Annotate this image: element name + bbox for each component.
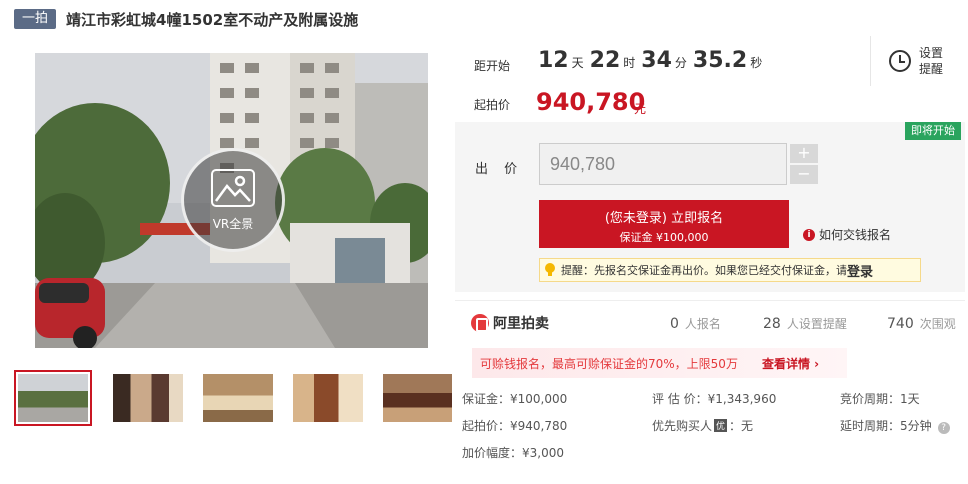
vr-label: VR全景: [212, 216, 254, 231]
countdown-seconds: 35.2: [692, 48, 748, 73]
reminder-count-label: 人设置提醒: [786, 317, 847, 331]
deposit-tip: 提醒：先报名交保证金再出价。如果您已经交付保证金，请 登录: [539, 258, 921, 282]
signup-deposit-label: 保证金 ¥100,000: [619, 231, 709, 244]
how-to-pay-label: 如何交钱报名: [819, 228, 892, 242]
ali-auction-logo: 阿里拍卖: [471, 313, 549, 333]
stats-row: 阿里拍卖 0 人报名 28 人设置提醒 740 次围观: [455, 300, 965, 344]
tip-text: 提醒：先报名交保证金再出价。如果您已经交付保证金，请: [561, 264, 847, 277]
signup-count-value: 0: [670, 316, 679, 332]
alarm-clock-icon: [889, 50, 911, 72]
title-row: 一拍 靖江市彩虹城4幢1502室不动产及附属设施: [14, 8, 358, 30]
bid-panel: 即将开始 出 价 940,780 + − (您未登录) 立即报名 保证金 ¥10…: [455, 122, 965, 292]
detail-cycle: 竞价周期：1天: [840, 392, 920, 406]
priority-icon: 优: [714, 419, 728, 432]
reminder-line1: 设置: [919, 46, 944, 60]
countdown-seconds-unit: 秒: [750, 56, 763, 70]
bid-label: 出 价: [475, 162, 524, 177]
countdown-days: 12: [538, 48, 569, 73]
credit-signup-promo: 可赊钱报名，最高可赊保证金的70%，上限50万 查看详情 ›: [472, 348, 847, 378]
set-reminder-button[interactable]: 设置 提醒: [870, 36, 966, 86]
thumbnail-2[interactable]: [109, 370, 187, 426]
thumbnail-strip: [14, 370, 452, 426]
detail-delay-text: 延时周期：5分钟: [840, 419, 932, 433]
reminder-count: 28 人设置提醒: [763, 315, 847, 332]
thumbnail-4[interactable]: [289, 370, 367, 426]
countdown-timer: 12 天 22 时 34 分 35.2 秒: [538, 48, 768, 73]
thumbnail-3[interactable]: [199, 370, 277, 426]
increase-bid-button[interactable]: +: [790, 144, 818, 163]
picture-icon: [211, 168, 255, 207]
login-link[interactable]: 登录: [847, 261, 873, 280]
promo-details-link[interactable]: 查看详情 ›: [762, 355, 819, 372]
countdown-minutes: 34: [641, 48, 672, 73]
view-count-label: 次围观: [919, 317, 956, 331]
vr-panorama-button[interactable]: VR全景: [181, 148, 285, 252]
detail-appraisal: 评 估 价：¥1,343,960: [652, 392, 777, 406]
signup-count-label: 人报名: [684, 317, 721, 331]
view-count-value: 740: [887, 316, 914, 332]
countdown-label: 距开始: [474, 59, 511, 73]
priority-buyer-label: 优先购买人: [652, 419, 713, 433]
start-price-value: 940,780: [536, 88, 646, 116]
ali-auction-logo-icon: [471, 314, 489, 332]
help-icon[interactable]: ?: [937, 422, 950, 434]
countdown-hours: 22: [589, 48, 621, 73]
status-badge: 即将开始: [905, 122, 961, 140]
detail-increment: 加价幅度：¥3,000: [462, 446, 564, 460]
countdown-days-unit: 天: [571, 56, 584, 70]
lightbulb-icon: [544, 263, 556, 277]
detail-priority-buyer: 优先购买人优：无: [652, 417, 753, 434]
promo-text: 可赊钱报名，最高可赊保证金的70%，上限50万: [480, 356, 738, 371]
signup-button[interactable]: (您未登录) 立即报名 保证金 ¥100,000: [539, 200, 789, 248]
ali-auction-logo-text: 阿里拍卖: [493, 315, 549, 331]
signup-count: 0 人报名: [670, 315, 721, 332]
countdown-hours-unit: 时: [623, 56, 636, 70]
page-title: 靖江市彩虹城4幢1502室不动产及附属设施: [66, 10, 359, 29]
info-icon: i: [803, 228, 815, 241]
detail-delay: 延时周期：5分钟?: [840, 417, 950, 434]
start-price-unit: 元: [634, 102, 647, 116]
view-count: 740 次围观: [887, 315, 956, 332]
main-photo[interactable]: VR全景: [35, 53, 428, 348]
how-to-pay-link[interactable]: i 如何交钱报名: [803, 226, 891, 243]
countdown-minutes-unit: 分: [674, 56, 687, 70]
reminder-count-value: 28: [763, 316, 781, 332]
priority-buyer-value: ：无: [729, 419, 754, 433]
auction-summary: 距开始 12 天 22 时 34 分 35.2 秒 起拍价 940,780 元 …: [460, 36, 965, 122]
decrease-bid-button[interactable]: −: [790, 165, 818, 184]
start-price-label: 起拍价: [474, 98, 511, 112]
bid-amount-input[interactable]: 940,780: [539, 143, 787, 185]
signup-button-label: (您未登录) 立即报名: [604, 211, 724, 226]
detail-deposit: 保证金：¥100,000: [462, 392, 568, 406]
detail-start-price: 起拍价：¥940,780: [462, 419, 568, 433]
thumbnail-1[interactable]: [14, 370, 92, 426]
reminder-line2: 提醒: [919, 62, 944, 76]
thumbnail-5[interactable]: [379, 370, 452, 426]
auction-round-tag: 一拍: [14, 9, 57, 29]
set-reminder-label: 设置 提醒: [919, 45, 949, 77]
